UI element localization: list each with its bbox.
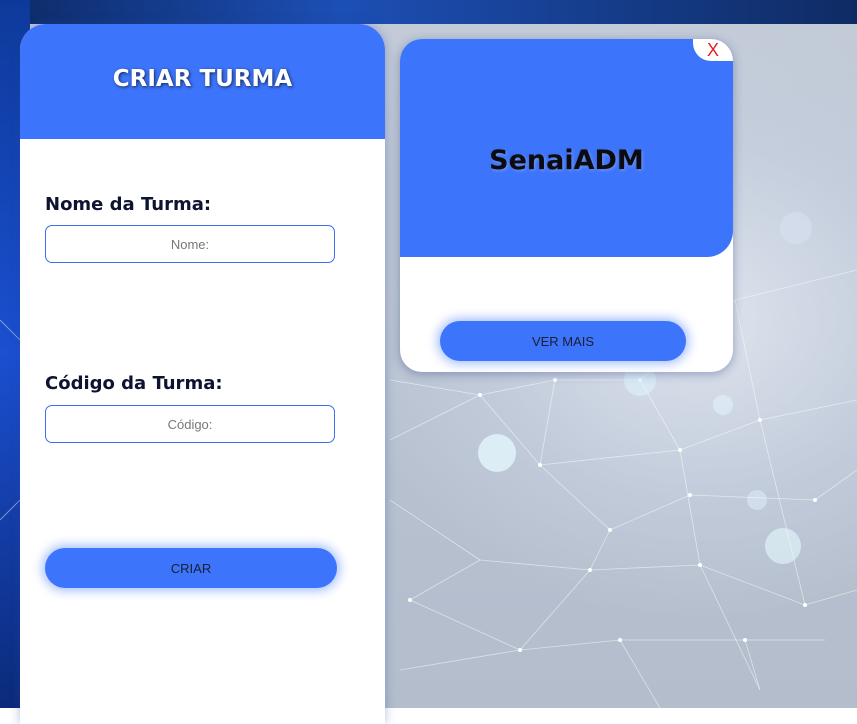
class-code-input[interactable]	[45, 405, 335, 443]
class-name-input[interactable]	[45, 225, 335, 263]
class-card-header: SenaiADM	[400, 39, 733, 257]
create-class-form: Nome da Turma: Código da Turma: CRIAR	[20, 139, 385, 724]
class-code-label: Código da Turma:	[45, 373, 223, 394]
see-more-button[interactable]: VER MAIS	[440, 321, 686, 361]
create-class-panel: CRIAR TURMA Nome da Turma: Código da Tur…	[20, 24, 385, 724]
class-card: SenaiADM X VER MAIS	[400, 39, 733, 372]
create-class-title: CRIAR TURMA	[112, 66, 293, 92]
create-class-header: CRIAR TURMA	[20, 24, 385, 139]
class-name-label: Nome da Turma:	[45, 194, 212, 215]
class-card-title: SenaiADM	[489, 145, 644, 176]
create-button[interactable]: CRIAR	[45, 548, 337, 588]
